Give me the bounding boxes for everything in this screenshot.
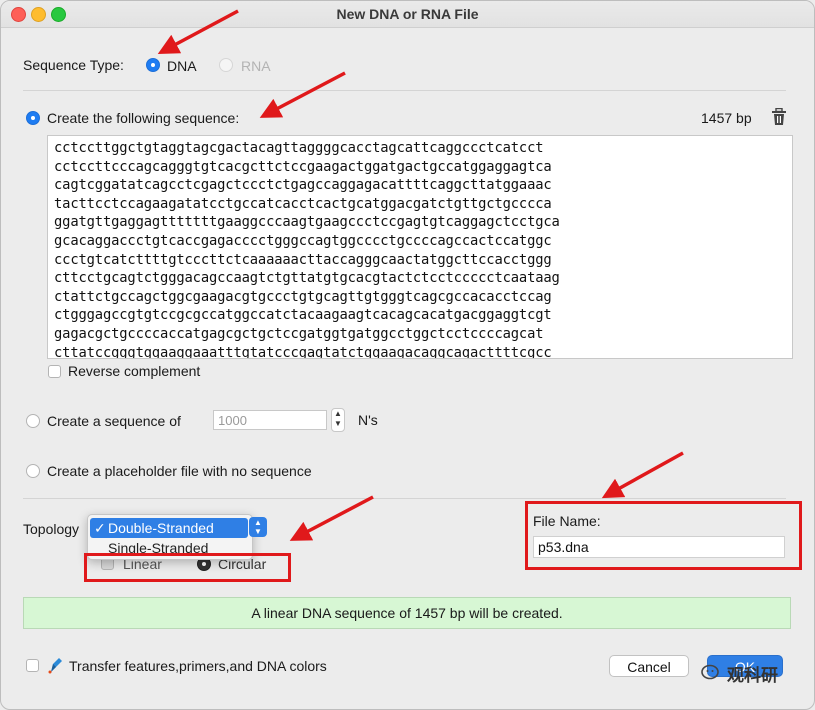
reverse-complement-checkbox[interactable] (48, 365, 61, 378)
annotation-box-topology (84, 553, 291, 582)
sequence-line: ctgggagccgtgtccgcgccatggccatctacaagaagtc… (54, 307, 552, 324)
sequence-line: ccctgtcatcttttgtcccttctcaaaaaacttaccaggg… (54, 251, 552, 268)
dropdown-item-double-stranded[interactable]: ✓ Double-Stranded (90, 518, 248, 538)
ns-suffix-label: N's (358, 412, 378, 428)
sequence-line: cttcctgcagtctgggacagccaagtctgttatgtgcacg… (54, 270, 560, 287)
create-ns-radio[interactable] (26, 414, 40, 428)
checkmark-icon: ✓ (94, 520, 106, 536)
sequence-line: cctccttcccagcagggtgtcacgcttctccgaagactgg… (54, 158, 552, 175)
dna-radio-label[interactable]: DNA (167, 58, 197, 74)
transfer-label[interactable]: Transfer features,primers,and DNA colors (69, 658, 327, 674)
ns-count-stepper[interactable]: ▲ ▼ (331, 408, 345, 432)
placeholder-radio[interactable] (26, 464, 40, 478)
sequence-line: gcacaggaccctgtcaccgagacccctgggccagtggccc… (54, 232, 552, 249)
ns-count-input[interactable]: 1000 (213, 410, 327, 430)
arrow-to-topology (289, 495, 374, 541)
topology-label: Topology (23, 521, 80, 537)
sequence-line: ggatgttgaggagtttttttgaaggcccaagtgaagccct… (54, 214, 560, 231)
status-message: A linear DNA sequence of 1457 bp will be… (23, 597, 791, 629)
sequence-type-label: Sequence Type: (23, 57, 124, 73)
sequence-line: gagacgctgccccaccatgagcgctgctccgatggtgatg… (54, 325, 544, 342)
placeholder-label[interactable]: Create a placeholder file with no sequen… (47, 463, 312, 479)
divider (23, 498, 786, 499)
sequence-line: tacttcctccagaagatatcctgccatcacctcactgcat… (54, 195, 552, 212)
divider (23, 90, 786, 91)
transfer-checkbox[interactable] (26, 659, 39, 672)
create-sequence-label[interactable]: Create the following sequence: (47, 110, 239, 126)
title-bar: New DNA or RNA File (1, 1, 814, 28)
arrow-to-file-name (601, 451, 684, 499)
arrow-to-sequence (259, 71, 346, 118)
rna-radio (219, 58, 233, 72)
trash-icon[interactable] (771, 107, 787, 129)
sequence-textarea[interactable]: cctccttggctgtaggtagcgactacagttaggggcacct… (47, 135, 793, 359)
cancel-button[interactable]: Cancel (609, 655, 689, 677)
pen-icon (47, 656, 65, 677)
watermark-text: 观科研 (727, 666, 778, 685)
reverse-complement-label[interactable]: Reverse complement (68, 363, 200, 379)
dna-radio[interactable] (146, 58, 160, 72)
sequence-line: cctccttggctgtaggtagcgactacagttaggggcacct… (54, 140, 544, 156)
create-ns-label[interactable]: Create a sequence of (47, 413, 181, 429)
sequence-length: 1457 bp (701, 110, 752, 126)
rna-radio-label: RNA (241, 58, 271, 74)
sequence-line: ctattctgccagctggcgaagacgtgccctgtgcagttgt… (54, 288, 552, 305)
sequence-line: cagtcggatatcagcctcgagctccctctgagccaggaga… (54, 177, 552, 194)
dropdown-chevron-icon[interactable]: ▲ ▼ (249, 517, 267, 537)
stepper-down-icon[interactable]: ▼ (332, 419, 344, 429)
new-dna-file-dialog: New DNA or RNA File Sequence Type: DNA R… (0, 0, 815, 710)
wechat-icon (701, 664, 723, 685)
stepper-up-icon[interactable]: ▲ (332, 409, 344, 419)
annotation-box-file-name (525, 501, 802, 570)
create-sequence-radio[interactable] (26, 111, 40, 125)
window-title: New DNA or RNA File (336, 6, 479, 22)
